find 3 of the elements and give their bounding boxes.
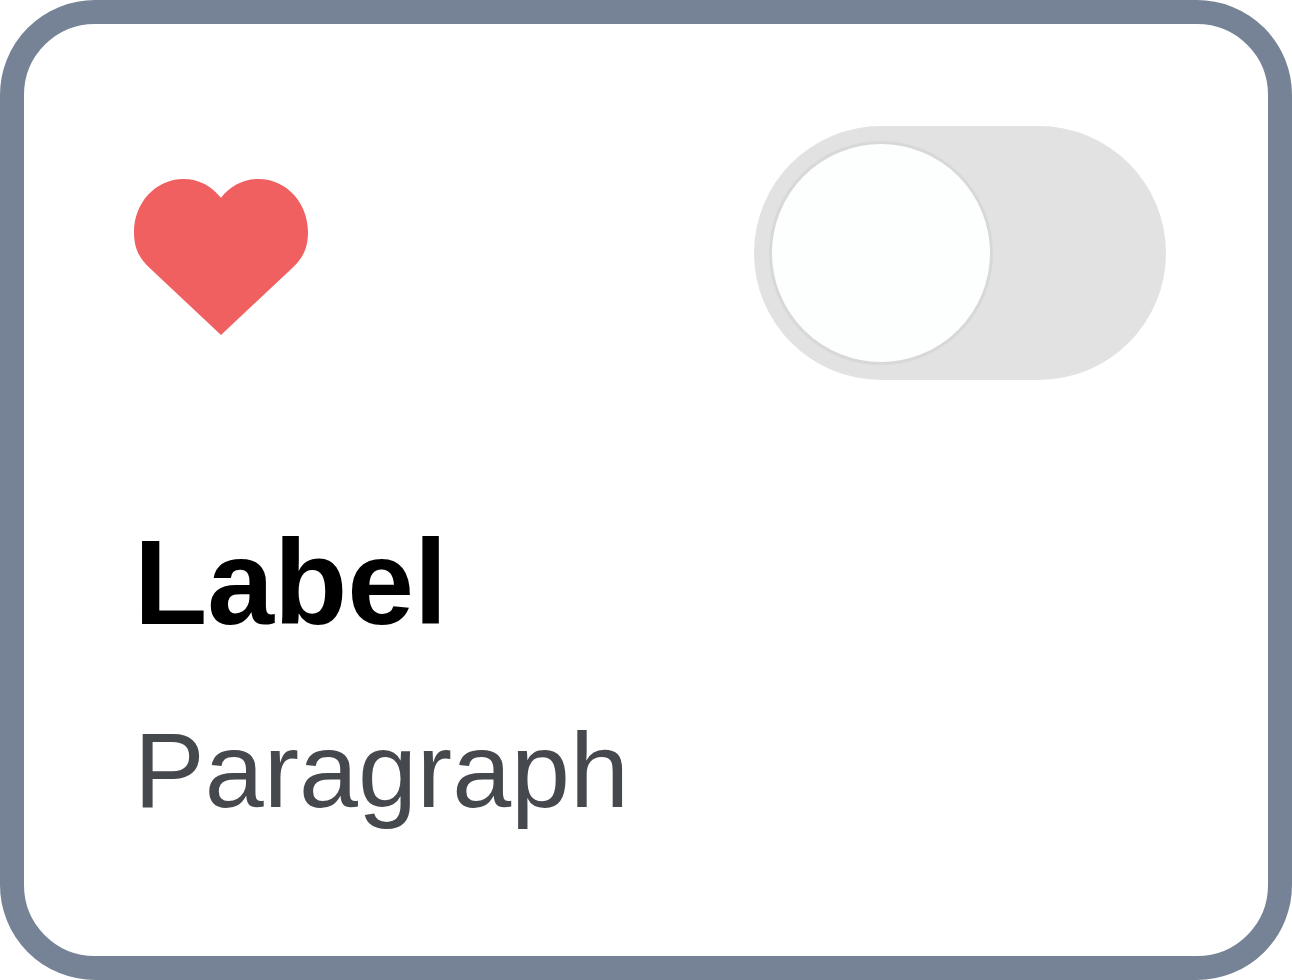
card-paragraph: Paragraph: [134, 710, 629, 831]
card-label: Label: [134, 514, 448, 651]
heart-icon: [134, 179, 308, 335]
